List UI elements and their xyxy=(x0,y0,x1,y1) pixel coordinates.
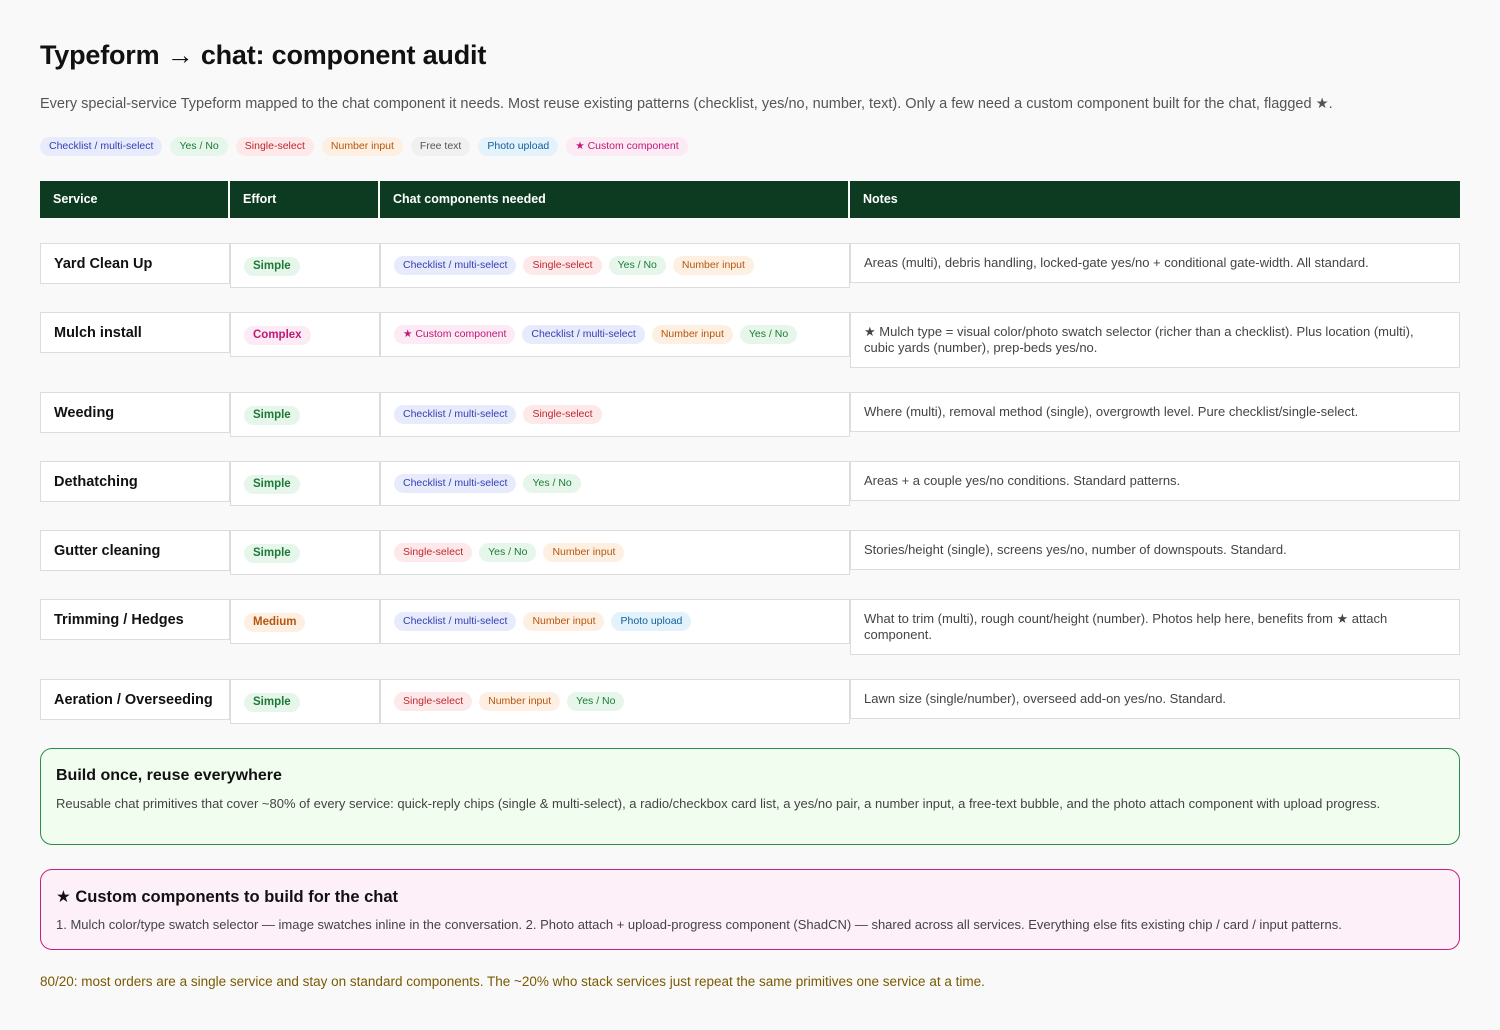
header-service: Service xyxy=(40,181,230,218)
footer-note: 80/20: most orders are a single service … xyxy=(40,974,985,989)
table-row: Weeding Simple Checklist / multi-select Sin… xyxy=(40,392,1460,437)
legend-chip-free-text: Free text xyxy=(410,137,471,156)
component-chip-single-select: Single-select xyxy=(394,692,473,711)
effort-badge: Simple xyxy=(244,406,300,425)
effort-badge: Simple xyxy=(244,693,300,712)
component-chip-single-select: Single-select xyxy=(523,256,602,275)
component-chip-yes-no: Yes / No xyxy=(608,256,666,275)
reuse-callout: Build once, reuse everywhere Reusable ch… xyxy=(40,748,1460,845)
component-chip-number-input: Number input xyxy=(523,612,605,631)
notes-cell: Where (multi), removal method (single), … xyxy=(850,392,1460,432)
table-row: Gutter cleaning Simple Single-select Yes / … xyxy=(40,530,1460,575)
effort-cell: Simple xyxy=(230,392,380,437)
header-components: Chat components needed xyxy=(380,181,850,218)
header-effort: Effort xyxy=(230,181,380,218)
service-name: Weeding xyxy=(40,392,230,433)
legend-chip-custom-component: ★ Custom component xyxy=(566,137,688,156)
header-notes: Notes xyxy=(850,181,1460,218)
components-cell: Single-select Yes / No Number input xyxy=(380,530,850,575)
component-chip-yes-no: Yes / No xyxy=(479,543,537,562)
table-row: Trimming / Hedges Medium Checklist / multi… xyxy=(40,599,1460,655)
component-chip-photo-upload: Photo upload xyxy=(611,612,692,631)
component-chip-number-input: Number input xyxy=(543,543,625,562)
notes-cell: What to trim (multi), rough count/height… xyxy=(850,599,1460,655)
effort-cell: Medium xyxy=(230,599,380,644)
effort-cell: Complex xyxy=(230,312,380,357)
effort-badge: Complex xyxy=(244,326,311,345)
components-cell: Checklist / multi-select Yes / No xyxy=(380,461,850,506)
page-title: Typeform → chat: component audit xyxy=(40,40,487,70)
legend-chip-single-select: Single-select xyxy=(235,137,314,156)
components-cell: Checklist / multi-select Single-select Yes… xyxy=(380,243,850,288)
component-chip-checklist-multi-select: Checklist / multi-select xyxy=(394,256,517,275)
legend-chip-yesno: Yes / No xyxy=(170,137,228,156)
page-subtitle: Every special-service Typeform mapped to… xyxy=(40,96,1333,112)
notes-cell: Areas (multi), debris handling, locked-g… xyxy=(850,243,1460,283)
legend: Checklist / multi-select Yes / No Single… xyxy=(40,137,688,156)
component-chip-checklist-multi-select: Checklist / multi-select xyxy=(394,612,517,631)
service-name: Dethatching xyxy=(40,461,230,502)
component-chip-yes-no: Yes / No xyxy=(523,474,581,493)
reuse-callout-body: Reusable chat primitives that cover ~80%… xyxy=(56,796,1381,811)
component-chip-single-select: Single-select xyxy=(394,543,473,562)
component-chip-custom-component: ★ Custom component xyxy=(394,325,516,344)
service-name: Aeration / Overseeding xyxy=(40,679,230,720)
component-chip-checklist-multi-select: Checklist / multi-select xyxy=(522,325,645,344)
notes-cell: ★ Mulch type = visual color/photo swatch… xyxy=(850,312,1460,368)
effort-cell: Simple xyxy=(230,461,380,506)
component-chip-checklist-multi-select: Checklist / multi-select xyxy=(394,405,517,424)
effort-cell: Simple xyxy=(230,679,380,724)
effort-badge: Medium xyxy=(244,613,306,632)
component-chip-checklist-multi-select: Checklist / multi-select xyxy=(394,474,517,493)
effort-badge: Simple xyxy=(244,544,300,563)
service-name: Gutter cleaning xyxy=(40,530,230,571)
table-row: Aeration / Overseeding Simple Single-selec… xyxy=(40,679,1460,724)
custom-callout-body: 1. Mulch color/type swatch selector — im… xyxy=(56,917,1342,932)
table-row: Dethatching Simple Checklist / multi-selec… xyxy=(40,461,1460,506)
table-header: Service Effort Chat components needed No… xyxy=(40,181,1460,218)
service-name: Trimming / Hedges xyxy=(40,599,230,640)
components-cell: Checklist / multi-select Number input Phot… xyxy=(380,599,850,644)
custom-callout-title: ★ Custom components to build for the cha… xyxy=(56,888,399,906)
component-chip-number-input: Number input xyxy=(672,256,754,275)
component-chip-yes-no: Yes / No xyxy=(739,325,798,344)
service-name: Mulch install xyxy=(40,312,230,353)
component-chip-number-input: Number input xyxy=(651,325,733,344)
reuse-callout-title: Build once, reuse everywhere xyxy=(56,767,282,784)
table-row: Mulch install Complex ★ Custom component Ch… xyxy=(40,312,1460,368)
table-row: Yard Clean Up Simple Checklist / multi-sel… xyxy=(40,243,1460,288)
components-cell: Checklist / multi-select Single-select xyxy=(380,392,850,437)
service-name: Yard Clean Up xyxy=(40,243,230,284)
components-cell: ★ Custom component Checklist / multi-sele… xyxy=(380,312,850,357)
notes-cell: Areas + a couple yes/no conditions. Stan… xyxy=(850,461,1460,501)
effort-cell: Simple xyxy=(230,243,380,288)
effort-badge: Simple xyxy=(244,475,300,494)
component-chip-number-input: Number input xyxy=(479,692,561,711)
notes-cell: Lawn size (single/number), overseed add-… xyxy=(850,679,1460,719)
notes-cell: Stories/height (single), screens yes/no,… xyxy=(850,530,1460,570)
legend-chip-checklist: Checklist / multi-select xyxy=(40,137,163,156)
legend-chip-photo-upload: Photo upload xyxy=(478,137,559,156)
component-chip-yes-no: Yes / No xyxy=(567,692,625,711)
effort-badge: Simple xyxy=(244,257,300,276)
components-cell: Single-select Number input Yes / No xyxy=(380,679,850,724)
component-chip-single-select: Single-select xyxy=(523,405,602,424)
effort-cell: Simple xyxy=(230,530,380,575)
legend-chip-number-input: Number input xyxy=(321,137,403,156)
custom-callout: ★ Custom components to build for the cha… xyxy=(40,869,1460,950)
